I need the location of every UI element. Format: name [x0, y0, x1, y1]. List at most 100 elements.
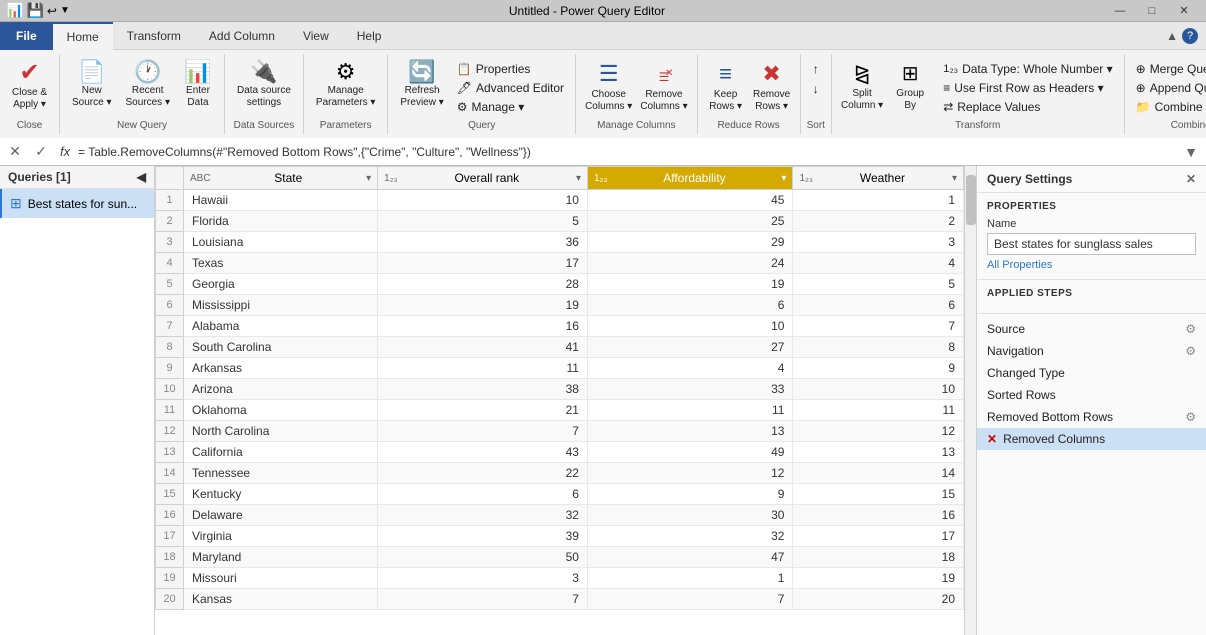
reduce-rows-group-label: Reduce Rows — [717, 118, 779, 132]
refresh-preview-icon: 🔄 — [408, 61, 435, 83]
cell-state: South Carolina — [184, 337, 378, 358]
applied-step[interactable]: Removed Bottom Rows⚙ — [977, 406, 1206, 428]
save-icon[interactable]: 💾 — [26, 2, 43, 19]
combine-files-button[interactable]: 📁 Combine Files — [1131, 98, 1206, 116]
tab-view[interactable]: View — [289, 22, 343, 50]
cell-weather: 8 — [793, 337, 964, 358]
query-settings-panel: Query Settings ✕ PROPERTIES Name All Pro… — [976, 166, 1206, 635]
row-number: 12 — [156, 421, 184, 442]
help-icon[interactable]: ? — [1182, 28, 1198, 44]
replace-values-button[interactable]: ⇄ Replace Values — [938, 98, 1117, 116]
cell-state: Maryland — [184, 547, 378, 568]
collapse-ribbon-icon[interactable]: ▲ — [1166, 29, 1178, 43]
dropdown-arrow-icon[interactable]: ▼ — [60, 5, 70, 16]
applied-step[interactable]: Navigation⚙ — [977, 340, 1206, 362]
split-column-icon: ⧎ — [854, 61, 871, 86]
data-source-settings-button[interactable]: 🔌 Data sourcesettings — [231, 58, 297, 112]
enter-data-button[interactable]: 📊 EnterData — [178, 58, 218, 112]
col-arrow-overall[interactable]: ▾ — [576, 173, 581, 184]
data-table-wrapper[interactable]: ABC State ▾ 1₂₃ Overall rank ▾ — [155, 166, 964, 635]
applied-steps-title: APPLIED STEPS — [987, 288, 1196, 299]
row-number: 16 — [156, 505, 184, 526]
confirm-formula-button[interactable]: ✓ — [30, 141, 52, 163]
append-queries-button[interactable]: ⊕ Append Queries ▾ — [1131, 79, 1206, 97]
query-item-label: Best states for sun... — [28, 197, 137, 211]
close-window-button[interactable]: ✕ — [1168, 0, 1200, 22]
step-settings-icon[interactable]: ⚙ — [1185, 322, 1196, 336]
applied-step[interactable]: Changed Type — [977, 362, 1206, 384]
cell-affordability: 24 — [587, 253, 792, 274]
remove-columns-button[interactable]: ☰✕ RemoveColumns ▾ — [637, 58, 690, 116]
tab-help[interactable]: Help — [343, 22, 396, 50]
remove-rows-button[interactable]: ✖ RemoveRows ▾ — [750, 58, 794, 116]
new-source-button[interactable]: 📄 NewSource ▾ — [66, 58, 117, 112]
step-settings-icon[interactable]: ⚙ — [1185, 344, 1196, 358]
refresh-preview-button[interactable]: 🔄 RefreshPreview ▾ — [394, 58, 449, 112]
split-column-button[interactable]: ⧎ SplitColumn ▾ — [838, 58, 886, 115]
choose-columns-button[interactable]: ☰ ChooseColumns ▾ — [582, 58, 635, 116]
col-arrow-affordability[interactable]: ▾ — [781, 173, 786, 184]
recent-sources-button[interactable]: 🕐 RecentSources ▾ — [120, 58, 176, 112]
cancel-formula-button[interactable]: ✕ — [4, 141, 26, 163]
step-settings-icon[interactable]: ⚙ — [1185, 410, 1196, 424]
collapse-queries-icon[interactable]: ◀ — [137, 170, 146, 184]
main-area: Queries [1] ◀ ⊞ Best states for sun... A… — [0, 166, 1206, 635]
cell-state: Kansas — [184, 589, 378, 610]
cell-state: Missouri — [184, 568, 378, 589]
tab-add-column[interactable]: Add Column — [195, 22, 289, 50]
cell-weather: 18 — [793, 547, 964, 568]
manage-columns-buttons: ☰ ChooseColumns ▾ ☰✕ RemoveColumns ▾ — [582, 56, 691, 118]
formula-bar: ✕ ✓ fx ▼ — [0, 138, 1206, 166]
recent-sources-icon: 🕐 — [134, 61, 161, 83]
table-row: 3Louisiana36293 — [156, 232, 964, 253]
query-name-input[interactable] — [987, 233, 1196, 255]
all-properties-link[interactable]: All Properties — [987, 259, 1196, 271]
merge-queries-button[interactable]: ⊕ Merge Queries ▾ — [1131, 60, 1206, 78]
tab-transform[interactable]: Transform — [113, 22, 195, 50]
col-type-overall: 1₂₃ — [384, 173, 398, 184]
cell-weather: 4 — [793, 253, 964, 274]
formula-input[interactable] — [78, 141, 1176, 163]
col-arrow-state[interactable]: ▾ — [366, 173, 371, 184]
row-number: 17 — [156, 526, 184, 547]
scrollbar-thumb[interactable] — [966, 175, 976, 225]
vertical-scrollbar[interactable] — [964, 166, 976, 635]
sort-ascending-button[interactable]: ↑ — [808, 60, 824, 78]
advanced-editor-button[interactable]: 🖊 Advanced Editor — [452, 79, 569, 97]
table-row: 15Kentucky6915 — [156, 484, 964, 505]
step-delete-icon[interactable]: ✕ — [987, 432, 997, 446]
close-apply-button[interactable]: ✔ Close &Apply ▾ — [6, 58, 53, 114]
data-type-button[interactable]: 1₂₃ Data Type: Whole Number ▾ — [938, 60, 1117, 78]
col-arrow-weather[interactable]: ▾ — [952, 173, 957, 184]
undo-icon[interactable]: ↩ — [47, 4, 57, 18]
group-by-button[interactable]: ⊞ GroupBy — [888, 58, 932, 115]
manage-button[interactable]: ⚙ Manage ▾ — [452, 98, 569, 116]
row-number: 19 — [156, 568, 184, 589]
close-settings-icon[interactable]: ✕ — [1186, 172, 1196, 186]
sort-descending-button[interactable]: ↓ — [808, 80, 824, 98]
row-number: 5 — [156, 274, 184, 295]
properties-button[interactable]: 📋 Properties — [452, 60, 569, 78]
restore-button[interactable]: □ — [1136, 0, 1168, 22]
cell-overall-rank: 32 — [378, 505, 588, 526]
keep-rows-button[interactable]: ≡ KeepRows ▾ — [704, 58, 748, 116]
tab-home[interactable]: Home — [53, 22, 113, 50]
query-item-0[interactable]: ⊞ Best states for sun... — [0, 189, 154, 218]
minimize-button[interactable]: — — [1104, 0, 1136, 22]
choose-columns-label: ChooseColumns ▾ — [585, 89, 632, 113]
applied-step[interactable]: Sorted Rows — [977, 384, 1206, 406]
refresh-preview-label: RefreshPreview ▾ — [400, 85, 443, 109]
cell-weather: 14 — [793, 463, 964, 484]
expand-formula-button[interactable]: ▼ — [1180, 141, 1202, 163]
cell-state: Oklahoma — [184, 400, 378, 421]
tab-file[interactable]: File — [0, 22, 53, 50]
reduce-rows-buttons: ≡ KeepRows ▾ ✖ RemoveRows ▾ — [704, 56, 794, 118]
applied-step[interactable]: Source⚙ — [977, 318, 1206, 340]
cell-weather: 5 — [793, 274, 964, 295]
applied-steps-list: Source⚙Navigation⚙Changed TypeSorted Row… — [977, 314, 1206, 635]
use-first-row-button[interactable]: ≡ Use First Row as Headers ▾ — [938, 79, 1117, 97]
applied-step[interactable]: ✕Removed Columns — [977, 428, 1206, 450]
cell-affordability: 25 — [587, 211, 792, 232]
ribbon-group-parameters: ⚙ ManageParameters ▾ Parameters — [304, 54, 388, 134]
manage-parameters-button[interactable]: ⚙ ManageParameters ▾ — [310, 58, 381, 112]
